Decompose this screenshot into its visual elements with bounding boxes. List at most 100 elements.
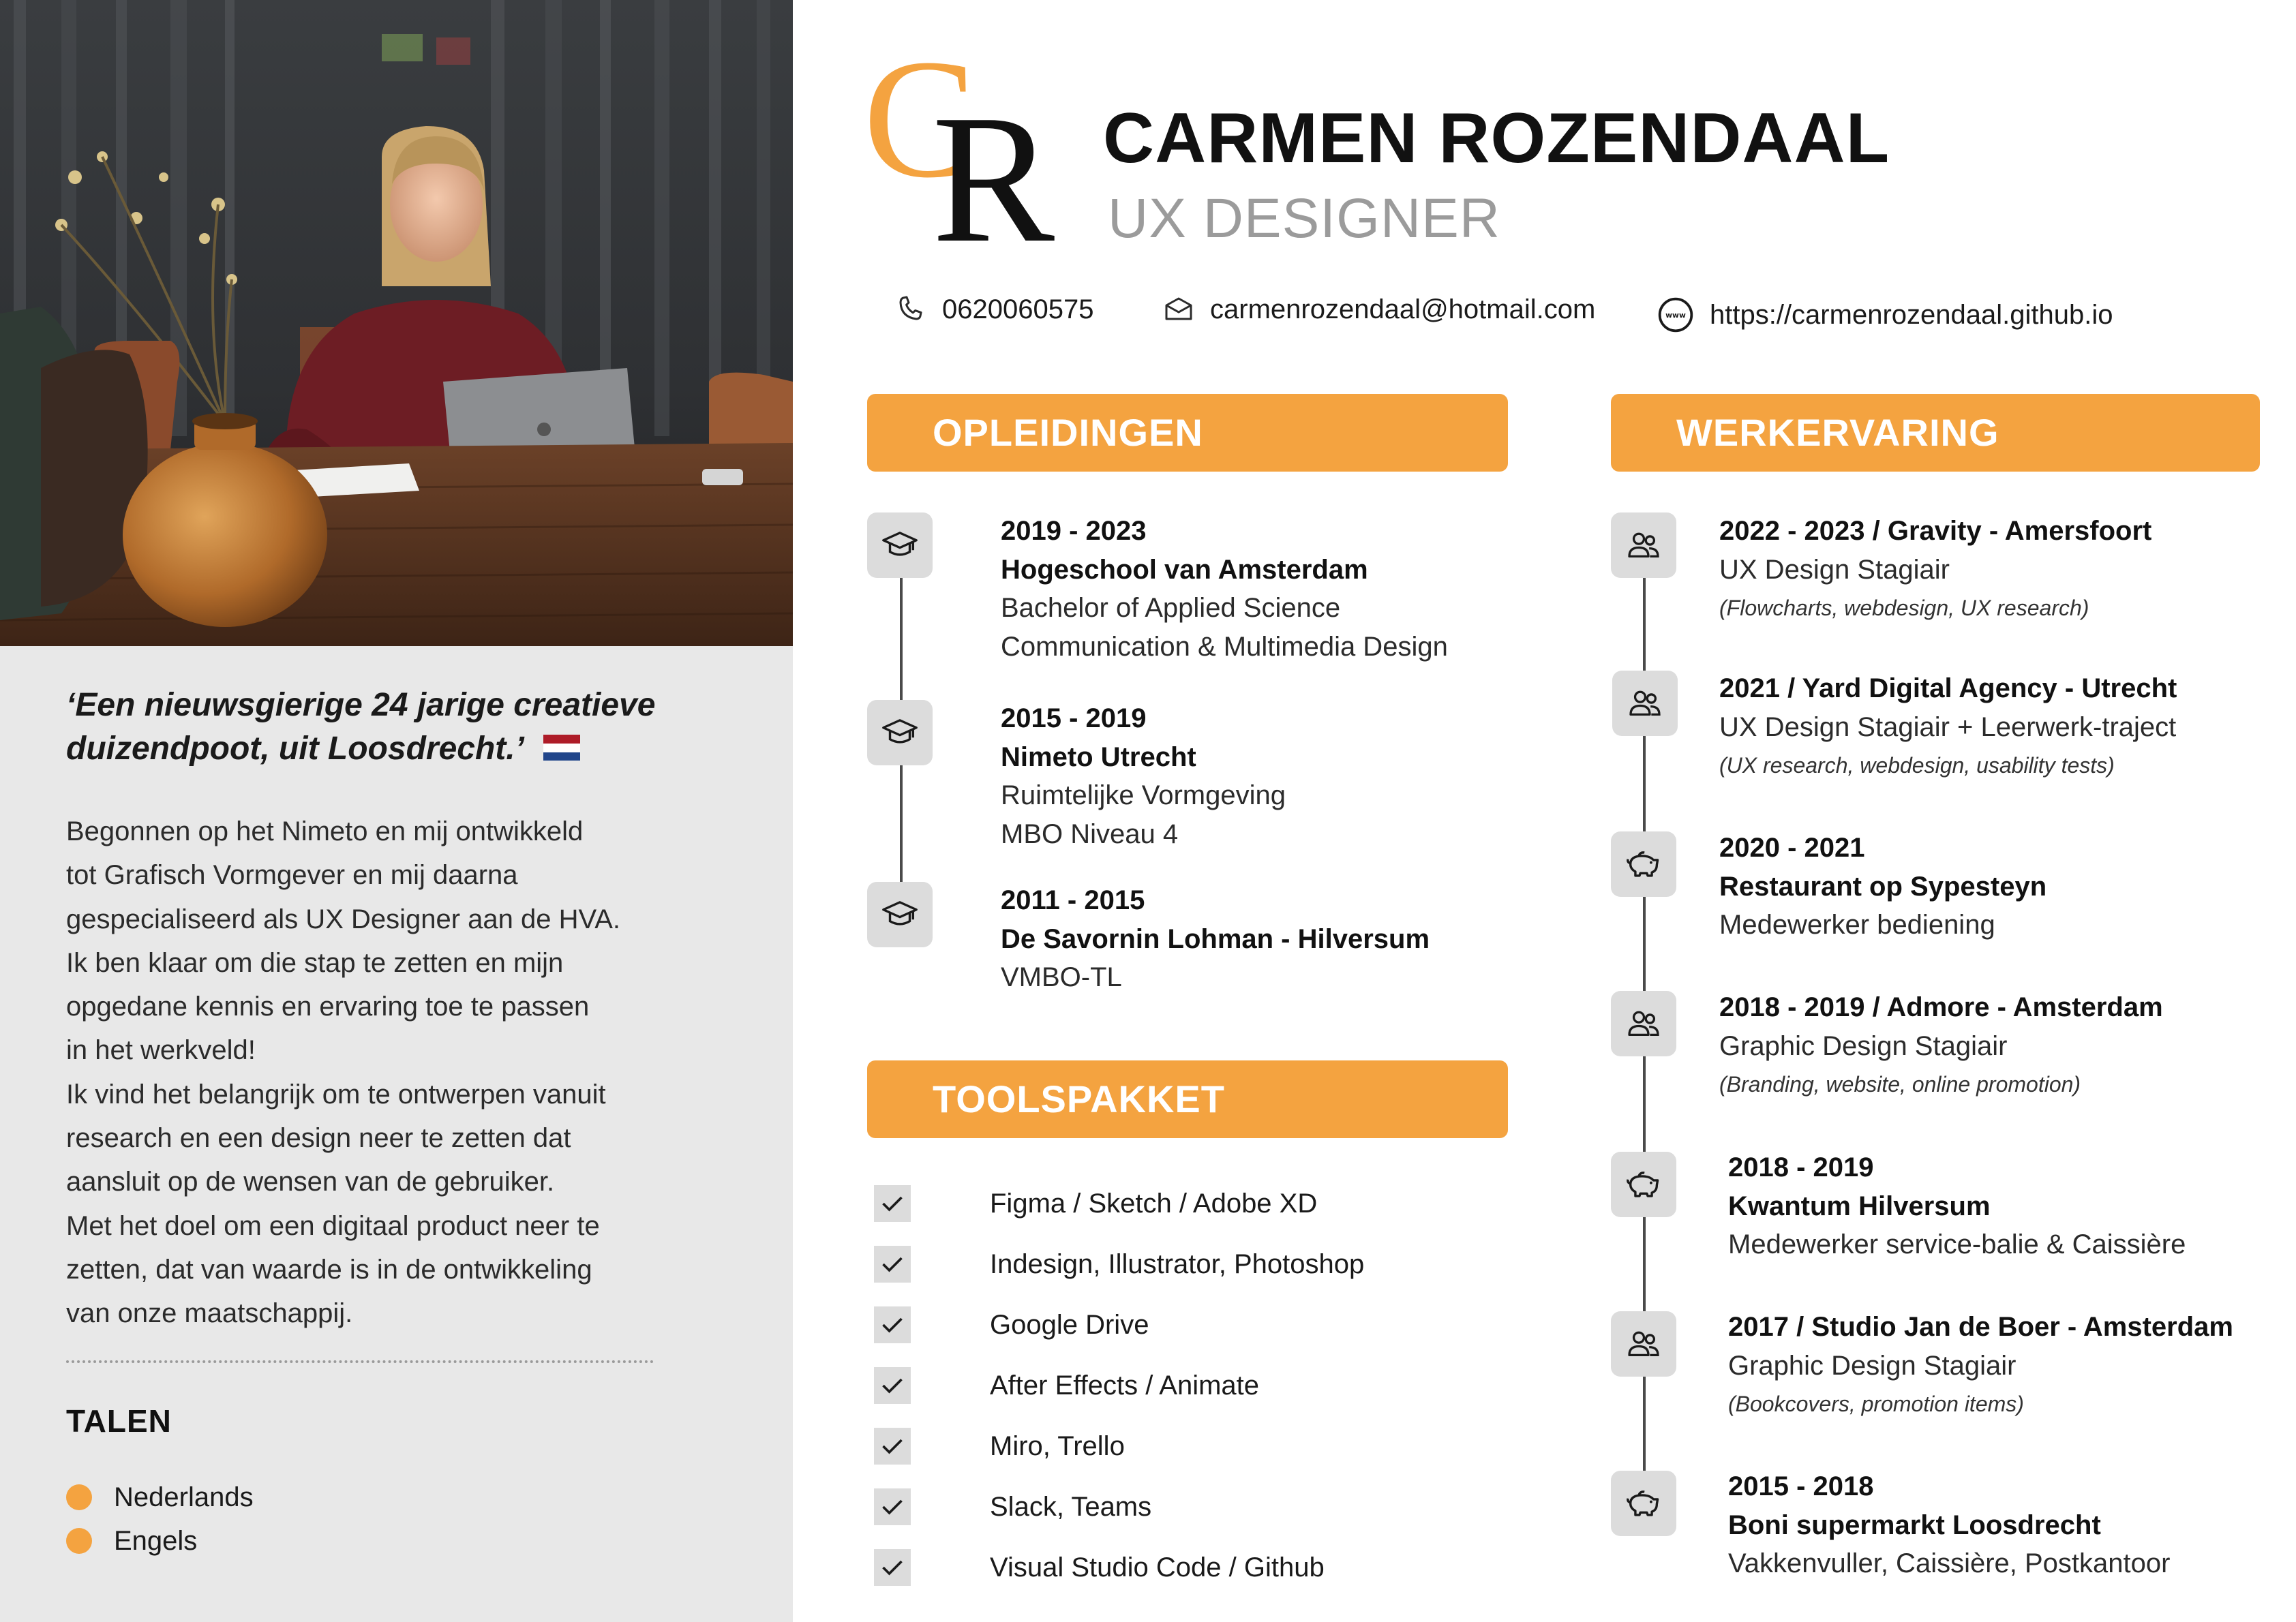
- languages-list: Nederlands Engels: [66, 1475, 254, 1563]
- tool-item: Google Drive: [874, 1304, 1149, 1345]
- experience-heading: 2020 - 2021: [1719, 833, 1865, 863]
- graduation-cap-icon: [882, 901, 918, 925]
- education-detail: Bachelor of Applied Science: [1001, 593, 1341, 623]
- bio-line: research en een design neer te zetten da…: [66, 1123, 571, 1154]
- bullet-dot-icon: [66, 1528, 92, 1554]
- bio-line: Begonnen op het Nimeto en mij ontwikkeld: [66, 816, 584, 846]
- experience-company: Restaurant op Sypesteyn: [1719, 871, 2047, 902]
- candidate-role: UX DESIGNER: [1108, 187, 1500, 249]
- people-icon: [1628, 1011, 1659, 1036]
- language-label: Engels: [114, 1525, 198, 1556]
- graduation-cap-icon: [882, 532, 918, 556]
- tool-item: Miro, Trello: [874, 1426, 1125, 1467]
- dutch-flag-icon: [543, 735, 580, 761]
- education-detail: VMBO-TL: [1001, 962, 1122, 992]
- piggy-bank-icon: [1627, 1172, 1659, 1197]
- tool-item: Visual Studio Code / Github: [874, 1547, 1325, 1588]
- graduation-cap-icon: [882, 719, 918, 744]
- email-address: carmenrozendaal@hotmail.com: [1210, 294, 1596, 324]
- people-icon: [1628, 1331, 1659, 1356]
- bio-line: tot Grafisch Vormgever en mij daarna: [66, 860, 518, 891]
- experience-heading: 2021 / Yard Digital Agency - Utrecht: [1719, 673, 2177, 703]
- tool-label: Slack, Teams: [990, 1491, 1152, 1522]
- people-icon: [1629, 690, 1661, 716]
- contact-email[interactable]: carmenrozendaal@hotmail.com: [1162, 293, 1595, 326]
- bio-line: opgedane kennis en ervaring toe te passe…: [66, 992, 590, 1022]
- education-school: Hogeschool van Amsterdam: [1001, 554, 1368, 585]
- quote-line-2-text: duizendpoot, uit Loosdrecht.’: [66, 731, 524, 767]
- phone-icon: [899, 296, 922, 320]
- tools-section-header: TOOLSPAKKET: [867, 1060, 1508, 1138]
- bio-paragraph: Begonnen op het Nimeto en mij ontwikkeld…: [66, 810, 707, 1336]
- education-item: 2019 - 2023 Hogeschool van Amsterdam Bac…: [1001, 512, 1448, 666]
- tools-section-title: TOOLSPAKKET: [933, 1077, 1225, 1120]
- bio-line: Ik vind het belangrijk om te ontwerpen v…: [66, 1079, 606, 1110]
- experience-section-header: WERKERVARING: [1611, 394, 2260, 472]
- piggy-bank-icon: [1627, 1490, 1659, 1516]
- tool-item: After Effects / Animate: [874, 1365, 1259, 1406]
- dotted-divider: [66, 1360, 654, 1363]
- education-years: 2019 - 2023: [1001, 516, 1147, 546]
- bullet-dot-icon: [66, 1484, 92, 1510]
- education-school: De Savornin Lohman - Hilversum: [1001, 923, 1430, 954]
- education-item-icon: [867, 882, 933, 947]
- language-label: Nederlands: [114, 1482, 254, 1512]
- education-detail: Ruimtelijke Vormgeving: [1001, 780, 1286, 810]
- checkmark-icon: [874, 1185, 911, 1222]
- bio-line: in het werkveld!: [66, 1035, 256, 1066]
- website-url: https://carmenrozendaal.github.io: [1710, 299, 2113, 330]
- bio-line: gespecialiseerd als UX Designer aan de H…: [66, 904, 621, 934]
- bio-line: van onze maatschappij.: [66, 1298, 353, 1329]
- experience-role: Graphic Design Stagiair: [1719, 1030, 2008, 1061]
- quote-line-1: ‘Een nieuwsgierige 24 jarige creatieve: [66, 687, 656, 723]
- experience-heading: 2022 - 2023 / Gravity - Amersfoort: [1719, 516, 2152, 546]
- experience-item-icon: [1611, 991, 1676, 1056]
- svg-text:www: www: [1665, 311, 1686, 320]
- experience-note: (UX research, webdesign, usability tests…: [1719, 753, 2115, 778]
- experience-item: 2021 / Yard Digital Agency - Utrecht UX …: [1719, 669, 2177, 785]
- experience-role: Medewerker service-balie & Caissière: [1728, 1229, 2186, 1259]
- language-item: Nederlands: [66, 1475, 254, 1519]
- tool-item: Slack, Teams: [874, 1486, 1151, 1527]
- experience-item: 2015 - 2018 Boni supermarkt Loosdrecht V…: [1728, 1467, 2170, 1583]
- experience-item-icon: [1612, 671, 1678, 736]
- contact-bar: 0620060575 carmenrozendaal@hotmail.com w…: [0, 293, 2296, 341]
- education-section-title: OPLEIDINGEN: [933, 411, 1203, 454]
- quote-line-2: duizendpoot, uit Loosdrecht.’: [66, 727, 748, 771]
- experience-item-icon: [1611, 512, 1676, 578]
- experience-role: Medewerker bediening: [1719, 910, 1995, 940]
- bio-line: Ik ben klaar om die stap te zetten en mi…: [66, 947, 564, 978]
- experience-note: (Branding, website, online promotion): [1719, 1072, 2081, 1097]
- checkmark-icon: [874, 1306, 911, 1343]
- experience-role: UX Design Stagiair + Leerwerk-traject: [1719, 711, 2177, 742]
- tool-label: Visual Studio Code / Github: [990, 1552, 1325, 1582]
- education-item: 2015 - 2019 Nimeto Utrecht Ruimtelijke V…: [1001, 699, 1286, 853]
- experience-company: Kwantum Hilversum: [1728, 1191, 1991, 1221]
- experience-item: 2018 - 2019 / Admore - Amsterdam Graphic…: [1719, 988, 2163, 1104]
- education-school: Nimeto Utrecht: [1001, 741, 1196, 772]
- experience-item-icon: [1611, 831, 1676, 897]
- education-item-icon: [867, 512, 933, 578]
- experience-heading: 2018 - 2019: [1728, 1152, 1874, 1182]
- education-item: 2011 - 2015 De Savornin Lohman - Hilvers…: [1001, 881, 1430, 997]
- contact-phone[interactable]: 0620060575: [894, 293, 1093, 326]
- experience-section-title: WERKERVARING: [1676, 411, 1999, 454]
- checkmark-icon: [874, 1246, 911, 1283]
- cr-monogram-logo: C R: [867, 60, 1055, 251]
- bio-line: aansluit op de wensen van de gebruiker.: [66, 1167, 555, 1197]
- tool-label: Figma / Sketch / Adobe XD: [990, 1188, 1318, 1219]
- experience-heading: 2018 - 2019 / Admore - Amsterdam: [1719, 992, 2163, 1022]
- education-item-icon: [867, 700, 933, 765]
- contact-website[interactable]: www https://carmenrozendaal.github.io: [1657, 296, 2113, 334]
- checkmark-icon: [874, 1428, 911, 1465]
- tool-label: Indesign, Illustrator, Photoshop: [990, 1249, 1365, 1279]
- experience-item: 2018 - 2019 Kwantum Hilversum Medewerker…: [1728, 1148, 2186, 1264]
- envelope-icon: [1165, 297, 1192, 320]
- personal-quote: ‘Een nieuwsgierige 24 jarige creatieve d…: [66, 684, 748, 771]
- education-detail: MBO Niveau 4: [1001, 818, 1179, 849]
- language-item: Engels: [66, 1519, 254, 1563]
- experience-role: UX Design Stagiair: [1719, 554, 1950, 585]
- experience-role: Vakkenvuller, Caissière, Postkantoor: [1728, 1548, 2171, 1578]
- candidate-name: CARMEN ROZENDAAL: [1103, 99, 1890, 178]
- sidebar: ‘Een nieuwsgierige 24 jarige creatieve d…: [0, 0, 793, 1622]
